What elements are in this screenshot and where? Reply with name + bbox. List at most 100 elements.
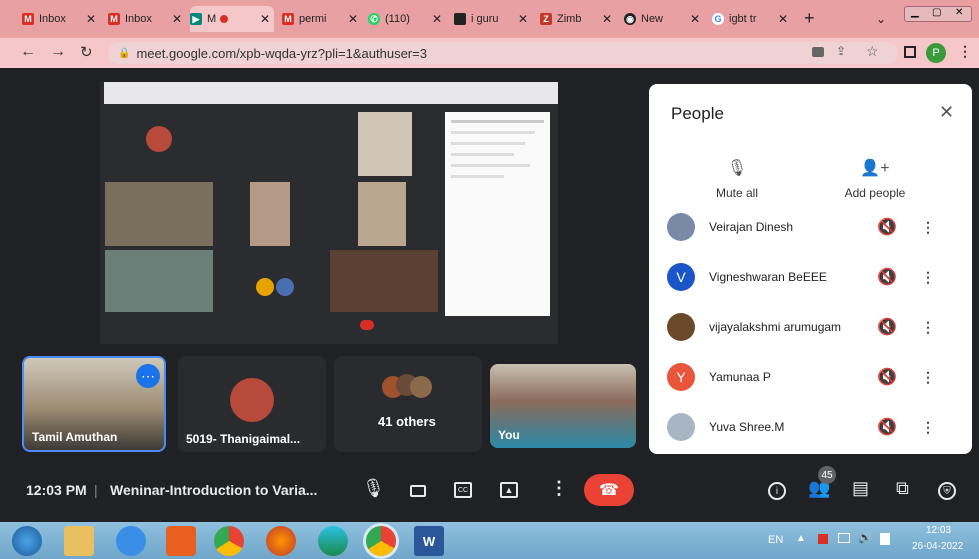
add-people-button[interactable]: 👤+ Add people [835, 158, 915, 200]
tab-meet[interactable]: ▶ M ✕ [190, 6, 274, 32]
address-bar[interactable]: 🔒 meet.google.com/xpb-wqda-yrz?pli=1&aut… [108, 42, 898, 64]
media-player-icon[interactable] [166, 526, 196, 556]
start-button[interactable] [12, 526, 42, 556]
clock-date[interactable]: 26-04-2022 [912, 541, 963, 552]
shared-document [445, 112, 550, 316]
tab-label: (110) [385, 13, 410, 25]
network-icon[interactable] [838, 533, 850, 543]
tab-whatsapp[interactable]: ✆ (110) ✕ [368, 6, 446, 32]
maximize-button[interactable]: ▢ [932, 7, 941, 18]
list-item[interactable]: Yuva Shree.M 🔇 ⋮ [649, 402, 972, 452]
tray-flag-icon[interactable] [818, 534, 828, 544]
chat-icon[interactable]: ▤ [852, 478, 869, 499]
meeting-title: Weninar-Introduction to Varia... [110, 482, 318, 498]
list-item[interactable]: V Vigneshwaran BeEEE 🔇 ⋮ [649, 252, 972, 302]
close-icon[interactable]: ✕ [348, 12, 358, 26]
tab-iguru[interactable]: i guru ✕ [454, 6, 532, 32]
list-item[interactable]: vijayalakshmi arumugam 🔇 ⋮ [649, 302, 972, 352]
bookmark-star-icon[interactable]: ☆ [866, 43, 879, 60]
tab-label: New [641, 13, 664, 25]
internet-explorer-icon[interactable] [116, 526, 146, 556]
microphone-icon[interactable]: 🎙 [362, 478, 385, 499]
show-hidden-icons[interactable]: ▲ [796, 533, 806, 544]
more-options-icon[interactable]: ⋮ [921, 369, 935, 386]
new-tab-button[interactable]: + [804, 8, 815, 29]
camera-in-use-icon[interactable] [812, 47, 824, 57]
gmail-icon: M [282, 13, 294, 25]
list-item[interactable]: Y Yamunaa P 🔇 ⋮ [649, 352, 972, 402]
participants-badge: 45 [818, 466, 836, 484]
activities-icon[interactable]: ⧉ [896, 478, 909, 499]
mic-off-icon[interactable]: 🔇 [877, 367, 897, 387]
more-options-icon[interactable]: ⋮ [921, 219, 935, 236]
shared-video-tile [250, 182, 290, 246]
edge-icon[interactable] [318, 526, 348, 556]
close-icon[interactable]: ✕ [778, 12, 788, 26]
mic-off-icon[interactable]: 🔇 [877, 217, 897, 237]
host-controls-icon[interactable]: ⛨ [938, 482, 956, 500]
forward-arrow-icon[interactable]: → [50, 43, 66, 61]
volume-icon[interactable]: 🔊 [858, 531, 872, 544]
tab-google[interactable]: G igbt tr ✕ [712, 6, 792, 32]
leave-call-button[interactable]: ☎ [584, 474, 634, 506]
tab-new[interactable]: ◉ New ✕ [624, 6, 704, 32]
language-indicator[interactable]: EN [768, 534, 783, 546]
mute-all-button[interactable]: 🎙 Mute all [707, 158, 767, 200]
tab-zimbra[interactable]: Z Zimb ✕ [540, 6, 616, 32]
close-icon[interactable]: ✕ [602, 12, 612, 26]
mic-off-icon[interactable]: 🔇 [877, 267, 897, 287]
more-options-icon[interactable]: ⋮ [921, 419, 935, 436]
word-icon[interactable]: W [414, 526, 444, 556]
close-icon[interactable]: ✕ [432, 12, 442, 26]
close-icon[interactable]: ✕ [690, 12, 700, 26]
present-screen-icon[interactable]: ▲ [500, 482, 518, 498]
meeting-details-icon[interactable]: i [768, 482, 786, 500]
tab-search-icon[interactable]: ⌄ [876, 12, 886, 26]
tab-inbox-1[interactable]: M Inbox ✕ [22, 6, 100, 32]
close-icon[interactable]: ✕ [260, 12, 270, 26]
file-explorer-icon[interactable] [64, 526, 94, 556]
people-list[interactable]: Veirajan Dinesh 🔇 ⋮ V Vigneshwaran BeEEE… [649, 210, 972, 454]
firefox-icon[interactable] [266, 526, 296, 556]
captions-icon[interactable]: CC [454, 482, 472, 498]
others-tile[interactable]: 41 others [334, 356, 482, 452]
more-options-icon[interactable]: ⋮ [550, 478, 568, 499]
more-options-icon[interactable]: ⋮ [921, 319, 935, 336]
battery-icon[interactable] [880, 533, 890, 545]
close-icon[interactable]: ✕ [518, 12, 528, 26]
reload-icon[interactable]: ↻ [80, 43, 93, 61]
list-item[interactable]: Veirajan Dinesh 🔇 ⋮ [649, 210, 972, 252]
share-icon[interactable]: ⇪ [836, 44, 846, 58]
self-tile[interactable]: You [490, 364, 636, 448]
close-window-button[interactable]: ✕ [955, 7, 963, 18]
browser-tab-strip: M Inbox ✕ M Inbox ✕ ▶ M ✕ M permi ✕ ✆ (1… [0, 0, 979, 38]
browser-menu-icon[interactable]: ⋮ [958, 43, 972, 60]
tab-permission[interactable]: M permi ✕ [282, 6, 362, 32]
mic-off-icon[interactable]: 🔇 [877, 317, 897, 337]
mic-off-icon[interactable]: 🔇 [877, 417, 897, 437]
more-options-icon[interactable]: ⋯ [136, 364, 160, 388]
others-count: 41 others [378, 414, 436, 429]
close-icon[interactable]: ✕ [939, 102, 954, 123]
github-icon: ◉ [624, 13, 636, 25]
side-panel-icon[interactable] [904, 46, 916, 58]
panel-title: People [671, 104, 724, 123]
avatar [667, 213, 695, 241]
close-icon[interactable]: ✕ [86, 12, 96, 26]
person-name: vijayalakshmi arumugam [709, 320, 842, 334]
minimize-button[interactable]: ▁ [911, 7, 919, 18]
camera-icon[interactable] [410, 485, 426, 497]
more-options-icon[interactable]: ⋮ [921, 269, 935, 286]
clock-time[interactable]: 12:03 [926, 525, 951, 536]
avatar [667, 313, 695, 341]
profile-avatar[interactable]: P [926, 43, 946, 63]
shared-video-tile [105, 250, 213, 312]
back-arrow-icon[interactable]: ← [20, 43, 36, 61]
close-icon[interactable]: ✕ [172, 12, 182, 26]
participant-tile-tamil[interactable]: ⋯ Tamil Amuthan [22, 356, 166, 452]
chrome-active-icon[interactable] [366, 526, 396, 556]
people-panel: People ✕ 🎙 Mute all 👤+ Add people Veiraj… [649, 84, 972, 454]
participant-tile-thanigaimal[interactable]: 5019- Thanigaimal... [178, 356, 326, 452]
chrome-icon[interactable] [214, 526, 244, 556]
tab-inbox-2[interactable]: M Inbox ✕ [108, 6, 186, 32]
